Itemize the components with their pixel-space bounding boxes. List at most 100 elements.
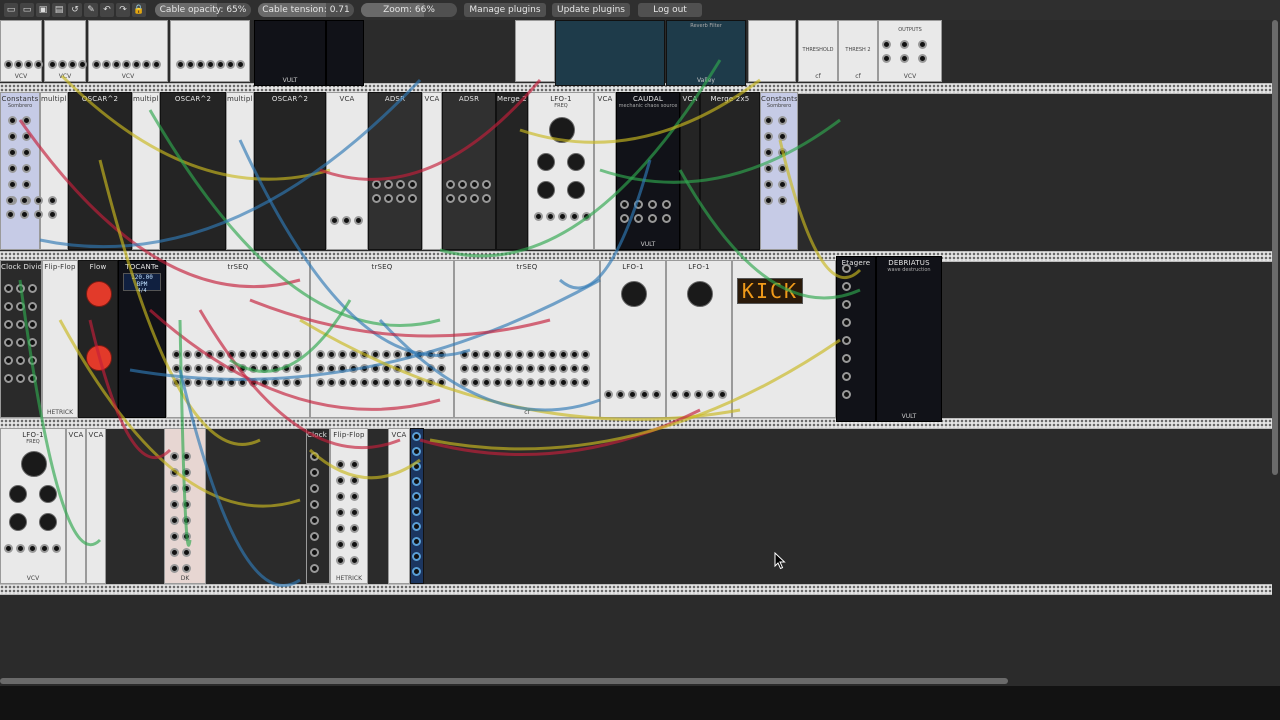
jack[interactable] bbox=[182, 452, 191, 461]
jack[interactable] bbox=[205, 364, 214, 373]
jack[interactable] bbox=[122, 60, 131, 69]
jack[interactable] bbox=[216, 364, 225, 373]
jack[interactable] bbox=[172, 350, 181, 359]
jack[interactable] bbox=[537, 364, 546, 373]
jack[interactable] bbox=[310, 500, 319, 509]
jack[interactable] bbox=[22, 132, 31, 141]
tocante-module[interactable]: TOCANTe 120.00 BPM 4/4 bbox=[118, 260, 166, 418]
jack[interactable] bbox=[6, 210, 15, 219]
jack[interactable] bbox=[6, 196, 15, 205]
jack[interactable] bbox=[408, 194, 417, 203]
vca-module[interactable]: VCA bbox=[86, 428, 106, 584]
jack[interactable] bbox=[8, 148, 17, 157]
jack[interactable] bbox=[778, 148, 787, 157]
jack[interactable] bbox=[384, 180, 393, 189]
jack[interactable] bbox=[14, 60, 23, 69]
jack[interactable] bbox=[271, 350, 280, 359]
jack[interactable] bbox=[493, 350, 502, 359]
jack[interactable] bbox=[176, 60, 185, 69]
jack[interactable] bbox=[437, 364, 446, 373]
jack[interactable] bbox=[338, 350, 347, 359]
jack[interactable] bbox=[8, 132, 17, 141]
vca-module[interactable]: VCA bbox=[680, 92, 700, 250]
jack[interactable] bbox=[28, 302, 37, 311]
jack[interactable] bbox=[482, 364, 491, 373]
jack[interactable] bbox=[22, 148, 31, 157]
jack[interactable] bbox=[559, 378, 568, 387]
jack[interactable] bbox=[350, 476, 359, 485]
jack[interactable] bbox=[183, 364, 192, 373]
adsr-module[interactable]: ADSR bbox=[442, 92, 496, 250]
jack[interactable] bbox=[570, 364, 579, 373]
jack[interactable] bbox=[764, 180, 773, 189]
jack[interactable] bbox=[16, 544, 25, 553]
jack[interactable] bbox=[112, 60, 121, 69]
jack[interactable] bbox=[446, 194, 455, 203]
module[interactable]: VULT bbox=[254, 20, 326, 86]
jack[interactable] bbox=[34, 60, 43, 69]
jack[interactable] bbox=[194, 350, 203, 359]
lfo-module[interactable]: LFO-1 FREQ bbox=[528, 92, 594, 250]
jack[interactable] bbox=[460, 350, 469, 359]
jack[interactable] bbox=[226, 60, 235, 69]
jack[interactable] bbox=[778, 132, 787, 141]
vertical-scrollbar[interactable] bbox=[1272, 20, 1278, 475]
jack[interactable] bbox=[620, 200, 629, 209]
jack[interactable] bbox=[205, 350, 214, 359]
jack[interactable] bbox=[515, 378, 524, 387]
jack[interactable] bbox=[437, 378, 446, 387]
jack[interactable] bbox=[842, 318, 851, 327]
merge-module[interactable]: Merge 2x5 bbox=[700, 92, 760, 250]
jack[interactable] bbox=[648, 200, 657, 209]
jack[interactable] bbox=[16, 302, 25, 311]
lfo-module[interactable]: LFO-1 FREQ VCV bbox=[0, 428, 66, 584]
pw-knob[interactable] bbox=[39, 485, 57, 503]
jack[interactable] bbox=[534, 212, 543, 221]
jack[interactable] bbox=[238, 378, 247, 387]
jack[interactable] bbox=[196, 60, 205, 69]
jack[interactable] bbox=[662, 200, 671, 209]
jack[interactable] bbox=[764, 116, 773, 125]
jack[interactable] bbox=[4, 356, 13, 365]
jack[interactable] bbox=[778, 116, 787, 125]
jack[interactable] bbox=[393, 378, 402, 387]
module[interactable]: THRESHOLD cf bbox=[798, 20, 838, 82]
jack[interactable] bbox=[616, 390, 625, 399]
jack[interactable] bbox=[628, 390, 637, 399]
cable-tension-slider[interactable]: Cable tension: 0.71 bbox=[258, 3, 354, 17]
flow-module[interactable]: Flow bbox=[78, 260, 118, 418]
jack[interactable] bbox=[882, 40, 891, 49]
jack[interactable] bbox=[706, 390, 715, 399]
jack[interactable] bbox=[526, 378, 535, 387]
jack[interactable] bbox=[482, 378, 491, 387]
jack[interactable] bbox=[570, 378, 579, 387]
jack[interactable] bbox=[582, 212, 591, 221]
jack[interactable] bbox=[282, 364, 291, 373]
jack[interactable] bbox=[460, 378, 469, 387]
flip-flop-module[interactable]: Flip-Flop HETRICK bbox=[42, 260, 78, 418]
jack[interactable] bbox=[327, 378, 336, 387]
pw-knob[interactable] bbox=[567, 153, 585, 171]
jack[interactable] bbox=[404, 350, 413, 359]
jack[interactable] bbox=[382, 378, 391, 387]
jack[interactable] bbox=[350, 492, 359, 501]
jack[interactable] bbox=[404, 378, 413, 387]
jack[interactable] bbox=[526, 350, 535, 359]
jack[interactable] bbox=[559, 350, 568, 359]
lock-icon[interactable]: 🔒 bbox=[132, 3, 146, 17]
multiple-module[interactable]: multiple bbox=[132, 92, 160, 250]
jack[interactable] bbox=[271, 378, 280, 387]
jack[interactable] bbox=[186, 60, 195, 69]
jack[interactable] bbox=[537, 378, 546, 387]
jack[interactable] bbox=[581, 378, 590, 387]
oscar-module[interactable]: OSCAR^2 bbox=[254, 92, 326, 250]
jack[interactable] bbox=[16, 374, 25, 383]
undo-icon[interactable]: ↶ bbox=[100, 3, 114, 17]
jack[interactable] bbox=[842, 264, 851, 273]
jack[interactable] bbox=[260, 364, 269, 373]
jack[interactable] bbox=[249, 378, 258, 387]
jack[interactable] bbox=[648, 214, 657, 223]
jack[interactable] bbox=[634, 200, 643, 209]
vca-module[interactable]: VCA bbox=[388, 428, 410, 584]
jack[interactable] bbox=[34, 196, 43, 205]
